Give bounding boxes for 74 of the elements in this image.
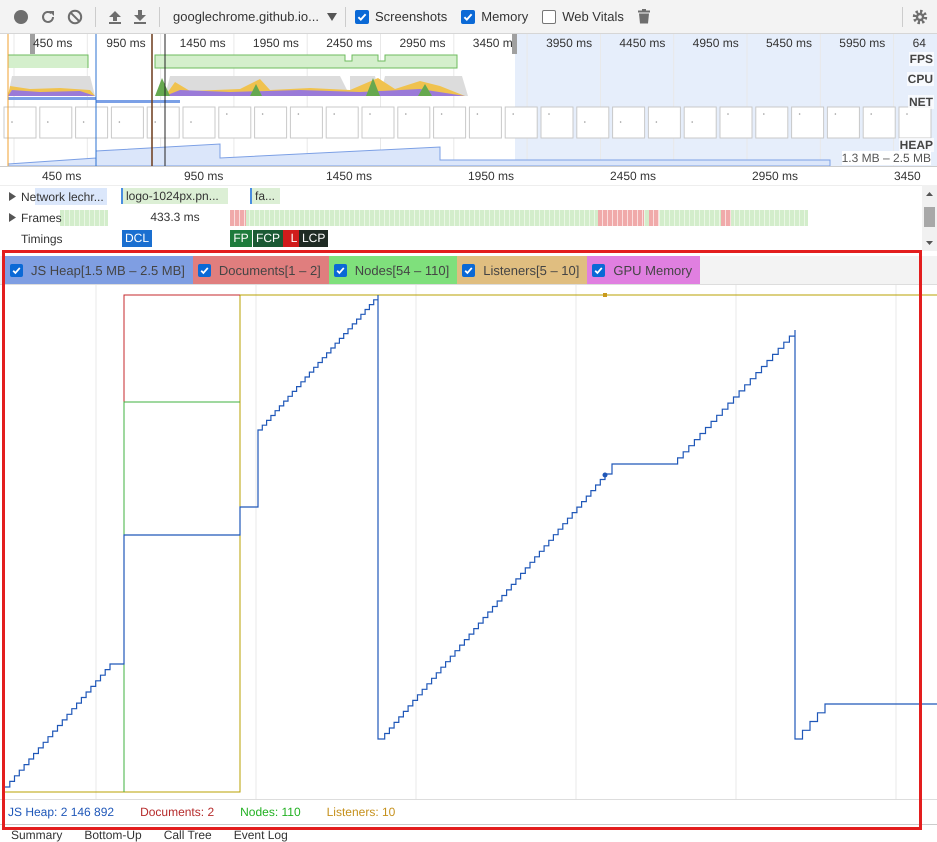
counter-reading: Nodes: 110: [240, 805, 301, 819]
tick-label: 450 ms: [33, 36, 74, 50]
caret-icon: [326, 12, 337, 20]
clear-icon[interactable]: [67, 8, 83, 24]
tab[interactable]: Summary: [11, 828, 62, 842]
dropped-frames-strip: [230, 210, 246, 226]
tick-label: 3450 m: [472, 36, 514, 50]
counter-toggle[interactable]: GPU Memory: [587, 256, 700, 284]
track-label: NET: [908, 95, 934, 109]
timing-marker[interactable]: LCP: [299, 230, 328, 247]
track-label[interactable]: Frames: [21, 210, 62, 224]
checkbox[interactable]: [461, 10, 476, 24]
tick-label: 2950 ms: [752, 169, 800, 183]
tick-label: 1950 ms: [468, 169, 516, 183]
checkbox[interactable]: [462, 264, 476, 276]
network-request[interactable]: fa...: [250, 188, 280, 204]
tick-label: 1450 ms: [326, 169, 374, 183]
counter-toggle[interactable]: Listeners[5 – 10]: [457, 256, 588, 284]
tab[interactable]: Bottom-Up: [84, 828, 142, 842]
checkbox-label: Screenshots: [374, 9, 448, 24]
track-label[interactable]: Timings: [21, 232, 63, 246]
track-label: FPS: [908, 52, 934, 66]
timing-marker[interactable]: DCL: [122, 230, 152, 247]
tick-label: 2450 ms: [610, 169, 658, 183]
counter-toggle[interactable]: Nodes[54 – 110]: [328, 256, 458, 284]
trash-icon[interactable]: [638, 9, 650, 24]
expand-icon[interactable]: [8, 192, 16, 201]
tick-label: 5450 ms: [766, 36, 813, 50]
tick-label: 5950 ms: [839, 36, 886, 50]
track-label: HEAP: [898, 138, 934, 152]
checkbox[interactable]: [198, 264, 211, 276]
counter-reading: Listeners: 10: [326, 805, 396, 819]
timing-marker[interactable]: FP: [230, 230, 252, 247]
tab[interactable]: Event Log: [234, 828, 288, 842]
track-label: CPU: [906, 72, 934, 86]
record-icon[interactable]: [13, 8, 29, 24]
timing-marker[interactable]: FCP: [253, 230, 283, 247]
tick-label: 3450: [894, 169, 921, 183]
checkbox[interactable]: [354, 10, 369, 24]
network-request[interactable]: logo-1024px.pn...: [121, 188, 228, 204]
tick-label: 2450 ms: [326, 36, 374, 50]
tick-label: 950 ms: [106, 36, 147, 50]
tick-label: 2950 ms: [399, 36, 447, 50]
frames-strip: [60, 210, 108, 226]
dropped-frames-strip: [649, 210, 659, 226]
tick-label: 1950 ms: [252, 36, 300, 50]
tick-label: 950 ms: [184, 169, 224, 183]
tick-label: 3950 ms: [546, 36, 594, 50]
heap-range: 1.3 MB – 2.5 MB: [842, 151, 931, 165]
download-icon[interactable]: [133, 8, 147, 24]
reload-icon[interactable]: [40, 8, 56, 24]
expand-icon[interactable]: [8, 213, 16, 222]
track-label[interactable]: Network lechr...: [21, 190, 104, 204]
upload-icon[interactable]: [108, 8, 122, 24]
tick-label: 4950 ms: [692, 36, 740, 50]
tick-label: 1450 ms: [180, 36, 227, 50]
tick-label: 64: [912, 36, 926, 50]
dropped-frames-strip: [721, 210, 731, 226]
checkbox[interactable]: [334, 264, 347, 276]
tick-label: 450 ms: [42, 169, 82, 183]
scrollbar[interactable]: [922, 185, 937, 251]
counter-reading: Documents: 2: [140, 805, 214, 819]
settings-icon[interactable]: [912, 8, 928, 24]
checkbox-label: Memory: [481, 9, 528, 24]
counter-reading: JS Heap: 2 146 892: [8, 805, 114, 819]
tick-label: 4450 ms: [619, 36, 666, 50]
checkbox[interactable]: [592, 264, 606, 276]
checkbox[interactable]: [10, 264, 23, 276]
checkbox[interactable]: [542, 10, 556, 24]
dropped-frames-strip: [598, 210, 644, 226]
counter-toggle[interactable]: JS Heap[1.5 MB – 2.5 MB]: [5, 256, 193, 284]
checkbox-label: Web Vitals: [562, 9, 624, 24]
url-dropdown[interactable]: googlechrome.github.io...: [169, 7, 341, 26]
tab[interactable]: Call Tree: [164, 828, 212, 842]
